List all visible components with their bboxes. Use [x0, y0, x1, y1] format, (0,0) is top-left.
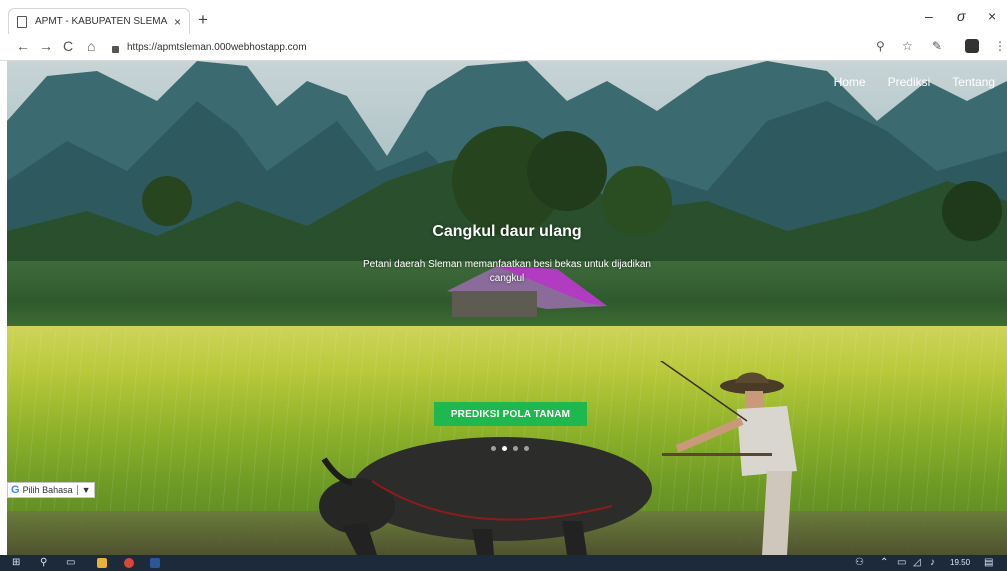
address-bar[interactable]: https://apmtsleman.000webhostapp.com — [112, 37, 892, 57]
windows-start-icon[interactable]: ⊞ — [12, 557, 20, 569]
tab-title: APMT - KABUPATEN SLEMAN — [35, 16, 168, 27]
extension-icon[interactable]: ✎ — [932, 39, 942, 53]
volume-icon[interactable]: ♪ — [930, 557, 935, 569]
people-icon[interactable]: ⚇ — [855, 557, 864, 569]
browser-tab[interactable]: APMT - KABUPATEN SLEMAN × — [8, 8, 190, 34]
reload-icon[interactable]: C — [63, 38, 73, 54]
carousel-dot-4[interactable] — [524, 446, 529, 451]
battery-icon: ▭ — [897, 557, 907, 568]
hero-subtitle: Petani daerah Sleman memanfaatkan besi b… — [363, 259, 651, 284]
carousel-dot-2[interactable] — [502, 446, 507, 451]
url-text: https://apmtsleman.000webhostapp.com — [127, 41, 307, 53]
language-select[interactable]: G Pilih Bahasa ▼ — [7, 482, 95, 498]
carousel-dot-3[interactable] — [513, 446, 518, 451]
nav-home-link[interactable]: Home — [834, 75, 866, 89]
site-nav: Home Prediksi Tentang — [834, 75, 995, 89]
chrome-icon[interactable] — [124, 558, 134, 568]
notifications-icon[interactable]: ▤ — [984, 557, 993, 569]
farmer-illustration — [659, 361, 797, 555]
nav-tentang-link[interactable]: Tentang — [952, 75, 995, 89]
menu-dots-icon[interactable]: ⋮ — [994, 39, 1006, 53]
tab-close-icon[interactable]: × — [174, 15, 181, 29]
prediksi-pola-tanam-button[interactable]: PREDIKSI POLA TANAM — [434, 402, 587, 426]
hero-title: Cangkul daur ulang — [432, 223, 582, 240]
new-tab-button[interactable]: + — [198, 10, 208, 30]
carousel-indicators — [491, 446, 529, 451]
browser-toolbar: ← → C ⌂ https://apmtsleman.000webhostapp… — [0, 34, 1007, 61]
browser-tabbar: APMT - KABUPATEN SLEMAN × + – σ × — [0, 0, 1007, 34]
back-arrow-icon[interactable]: ← — [16, 38, 30, 54]
tray-chevron-icon[interactable]: ⌃ — [880, 557, 888, 569]
file-explorer-icon[interactable] — [97, 558, 107, 568]
bookmark-star-icon[interactable]: ☆ — [902, 39, 913, 53]
lock-icon — [112, 45, 119, 53]
google-translate-icon: G — [11, 484, 20, 496]
hero-section: Home Prediksi Tentang Cangkul daur ulang… — [7, 61, 1007, 555]
close-window-button[interactable]: × — [988, 8, 996, 24]
chevron-down-icon: ▼ — [81, 485, 91, 495]
search-icon[interactable]: ⚲ — [40, 557, 47, 569]
nav-prediksi-link[interactable]: Prediksi — [888, 75, 931, 89]
profile-avatar[interactable] — [965, 39, 979, 53]
forward-arrow-icon[interactable]: → — [39, 38, 53, 54]
maximize-button[interactable]: σ — [957, 8, 965, 24]
page-icon — [17, 15, 27, 28]
task-view-icon[interactable]: ▭ — [66, 557, 75, 569]
minimize-button[interactable]: – — [925, 8, 933, 24]
network-icon[interactable]: ◿ — [913, 557, 921, 569]
home-icon[interactable]: ⌂ — [87, 38, 95, 54]
carousel-dot-1[interactable] — [491, 446, 496, 451]
windows-taskbar: ⊞ ⚲ ▭ ⚇ ⌃ ▭ ◿ ♪ 19.50 ▤ — [0, 555, 1007, 571]
zoom-icon[interactable]: ⚲ — [876, 39, 885, 53]
language-select-label: Pilih Bahasa — [22, 485, 73, 495]
water-buffalo-illustration — [319, 437, 652, 555]
language-divider — [76, 485, 78, 495]
word-icon[interactable] — [150, 558, 160, 568]
taskbar-clock[interactable]: 19.50 — [950, 558, 970, 570]
